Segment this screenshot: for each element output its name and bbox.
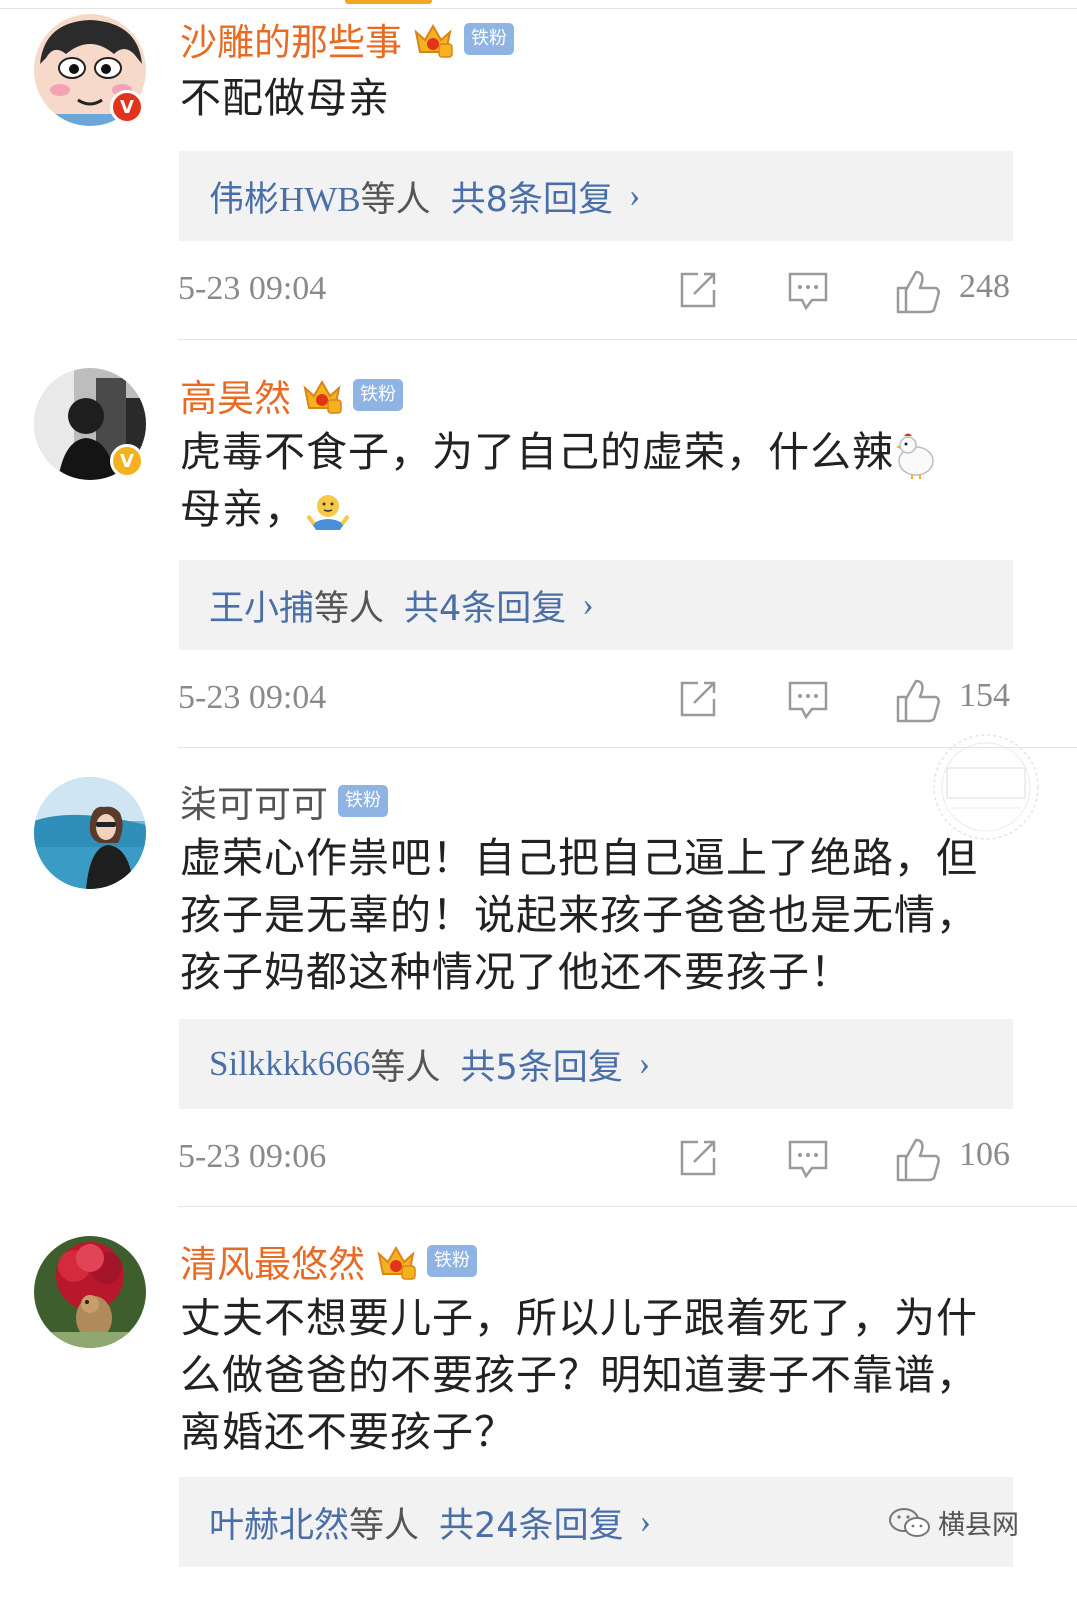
reply-count: 共5条回复 <box>460 1047 623 1088</box>
account-watermark: 横县网 <box>888 1503 1019 1542</box>
timestamp: 5-23 09:04 <box>178 679 327 716</box>
repost-icon[interactable] <box>676 677 720 721</box>
fan-badge: 铁粉 <box>338 785 388 817</box>
username[interactable]: 柒可可可 <box>180 774 328 828</box>
crown-icon <box>414 23 453 58</box>
comment-line: 么做爸爸的不要孩子？明知道妻子不靠谱， <box>180 1351 978 1399</box>
comment-line: 离婚还不要孩子？ <box>180 1408 516 1456</box>
reply-count: 共8条回复 <box>450 179 613 220</box>
reply-etc: 等人 <box>314 588 385 629</box>
username[interactable]: 高昊然 <box>180 368 291 422</box>
shrug-emoji-icon <box>306 495 350 530</box>
comment-line: 孩子是无辜的！说起来孩子爸爸也是无情， <box>180 891 978 939</box>
crown-icon <box>377 1245 416 1280</box>
reply-etc: 等人 <box>349 1505 420 1546</box>
avatar-image <box>34 1236 146 1348</box>
name-row: 柒可可可 铁粉 <box>180 776 388 826</box>
comment-line: 虚荣心作祟吧！自己把自己逼上了绝路，但 <box>180 834 978 882</box>
avatar[interactable] <box>34 1236 146 1348</box>
watermark-seal <box>933 734 1039 840</box>
comment-meta: 5-23 09:04 154 <box>178 671 1014 731</box>
comment-line: 孩子妈都这种情况了他还不要孩子！ <box>180 948 852 996</box>
fan-badge: 铁粉 <box>464 23 514 55</box>
thumbs-up-icon[interactable] <box>894 268 942 316</box>
avatar[interactable]: V <box>34 368 146 480</box>
comment-divider <box>178 339 1077 340</box>
comment-line: 丈夫不想要儿子，所以儿子跟着死了，为什 <box>180 1294 978 1342</box>
comment-meta: 5-23 09:06 106 <box>178 1130 1014 1190</box>
wechat-icon <box>889 1507 930 1537</box>
reply-count: 共24条回复 <box>439 1505 624 1546</box>
timestamp: 5-23 09:04 <box>178 270 327 307</box>
comment-text: 虎毒不食子，为了自己的虚荣，什么辣 母亲， <box>180 424 1015 538</box>
avatar[interactable]: V <box>34 14 146 126</box>
crown-icon <box>303 379 342 414</box>
chevron-right-icon: › <box>628 177 641 214</box>
avatar[interactable] <box>34 777 146 889</box>
comment-icon[interactable] <box>786 1136 830 1180</box>
watermark-text: 横县网 <box>938 1510 1019 1541</box>
thumbs-up-icon[interactable] <box>894 677 942 725</box>
timestamp: 5-23 09:06 <box>178 1138 327 1175</box>
comment-meta: 5-23 09:04 248 <box>178 262 1014 322</box>
verified-badge: V <box>110 444 144 478</box>
comment-line: 母亲， <box>180 481 1015 538</box>
top-rule <box>0 8 1077 9</box>
reply-etc: 等人 <box>360 179 431 220</box>
chevron-right-icon: › <box>639 1503 651 1540</box>
like-count: 248 <box>959 268 1010 305</box>
comment-text: 丈夫不想要儿子，所以儿子跟着死了，为什 么做爸爸的不要孩子？明知道妻子不靠谱， … <box>180 1290 1015 1461</box>
top-divider <box>0 0 1077 10</box>
fan-badge: 铁粉 <box>427 1245 477 1277</box>
comment-divider <box>178 1206 1077 1207</box>
avatar-image <box>34 777 146 889</box>
name-row: 清风最悠然 铁粉 <box>180 1236 477 1286</box>
username[interactable]: 沙雕的那些事 <box>180 12 402 66</box>
comment-text: 不配做母亲 <box>180 74 390 122</box>
replies-link[interactable]: Silkkkk666 等人 共5条回复 › <box>179 1019 1013 1109</box>
repost-icon[interactable] <box>676 268 720 312</box>
chevron-right-icon: › <box>638 1045 651 1082</box>
reply-users: 伟彬HWB <box>209 179 361 219</box>
name-row: 高昊然 铁粉 <box>180 370 403 420</box>
chicken-emoji-icon <box>896 433 934 479</box>
tab-indicator <box>345 0 432 4</box>
replies-link[interactable]: 伟彬HWB 等人 共8条回复 › <box>179 151 1013 241</box>
reply-users: Silkkkk666 <box>209 1044 371 1083</box>
verified-badge: V <box>110 90 144 124</box>
comment-icon[interactable] <box>786 268 830 312</box>
reply-users: 叶赫北然 <box>209 1505 350 1545</box>
username[interactable]: 清风最悠然 <box>180 1234 365 1288</box>
fan-badge: 铁粉 <box>353 379 403 411</box>
repost-icon[interactable] <box>676 1136 720 1180</box>
like-count: 106 <box>959 1136 1010 1173</box>
like-count: 154 <box>959 677 1010 714</box>
thumbs-up-icon[interactable] <box>894 1136 942 1184</box>
comment-line: 虎毒不食子，为了自己的虚荣，什么辣 <box>180 424 1015 481</box>
replies-link[interactable]: 王小捕 等人 共4条回复 › <box>179 560 1013 650</box>
reply-etc: 等人 <box>370 1047 441 1088</box>
reply-users: 王小捕 <box>209 588 315 628</box>
comment-icon[interactable] <box>786 677 830 721</box>
chevron-right-icon: › <box>582 586 594 623</box>
comment-text: 虚荣心作祟吧！自己把自己逼上了绝路，但 孩子是无辜的！说起来孩子爸爸也是无情， … <box>180 830 1015 1001</box>
name-row: 沙雕的那些事 铁粉 <box>180 14 514 64</box>
reply-count: 共4条回复 <box>404 588 567 629</box>
